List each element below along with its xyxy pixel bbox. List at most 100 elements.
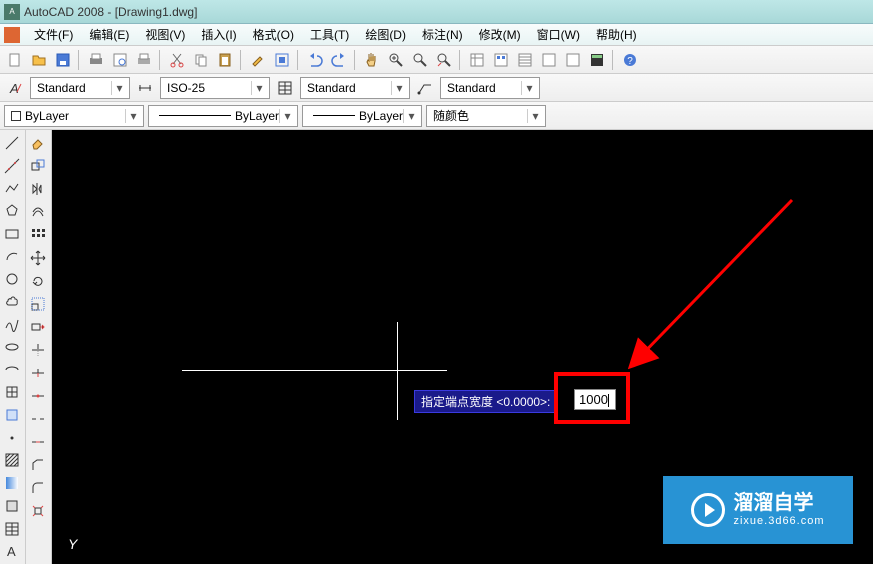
block-editor-button[interactable] [271, 49, 293, 71]
app-icon: A [4, 4, 20, 20]
menu-bar: 文件(F) 编辑(E) 视图(V) 插入(I) 格式(O) 工具(T) 绘图(D… [0, 24, 873, 46]
move-tool[interactable] [27, 247, 49, 269]
rectangle-tool[interactable] [1, 223, 23, 245]
rotate-tool[interactable] [27, 270, 49, 292]
hatch-tool[interactable] [1, 450, 23, 472]
make-block-tool[interactable] [1, 404, 23, 426]
drawing-canvas[interactable]: 指定端点宽度 <0.0000>: 1000 Y 溜溜自学 zixue.3d66.… [52, 130, 873, 564]
publish-button[interactable] [133, 49, 155, 71]
dim-style-dropdown[interactable]: ISO-25 ▾ [160, 77, 270, 99]
help-button[interactable]: ? [619, 49, 641, 71]
undo-button[interactable] [304, 49, 326, 71]
sheet-set-button[interactable] [538, 49, 560, 71]
open-button[interactable] [28, 49, 50, 71]
zoom-previous-button[interactable] [433, 49, 455, 71]
region-tool[interactable] [1, 495, 23, 517]
ellipse-tool[interactable] [1, 336, 23, 358]
paste-button[interactable] [214, 49, 236, 71]
match-properties-button[interactable] [247, 49, 269, 71]
mtext-tool[interactable]: A [1, 540, 23, 562]
modify-toolbar [26, 130, 52, 564]
markup-button[interactable] [562, 49, 584, 71]
menu-insert[interactable]: 插入(I) [193, 26, 244, 43]
ucs-y-axis-label: Y [68, 536, 77, 552]
break-at-point-tool[interactable] [27, 385, 49, 407]
print-button[interactable] [85, 49, 107, 71]
plotstyle-dropdown[interactable]: 随颜色 ▾ [426, 105, 546, 127]
redo-button[interactable] [328, 49, 350, 71]
annotation-arrow [612, 190, 812, 380]
new-button[interactable] [4, 49, 26, 71]
menu-file[interactable]: 文件(F) [26, 26, 81, 43]
linetype-sample [159, 115, 231, 116]
cut-button[interactable] [166, 49, 188, 71]
trim-tool[interactable] [27, 339, 49, 361]
menu-draw[interactable]: 绘图(D) [357, 26, 414, 43]
erase-tool[interactable] [27, 132, 49, 154]
circle-tool[interactable] [1, 268, 23, 290]
text-style-dropdown[interactable]: Standard ▾ [30, 77, 130, 99]
text-style-icon[interactable]: A [4, 77, 26, 99]
mleader-style-icon[interactable] [414, 77, 436, 99]
join-tool[interactable] [27, 431, 49, 453]
table-style-dropdown[interactable]: Standard ▾ [300, 77, 410, 99]
save-button[interactable] [52, 49, 74, 71]
menu-tools[interactable]: 工具(T) [302, 26, 357, 43]
menu-format[interactable]: 格式(O) [245, 26, 302, 43]
linetype-dropdown[interactable]: ByLayer ▾ [148, 105, 298, 127]
polyline-tool[interactable] [1, 177, 23, 199]
construction-line-tool[interactable] [1, 155, 23, 177]
chamfer-tool[interactable] [27, 454, 49, 476]
offset-tool[interactable] [27, 201, 49, 223]
chevron-down-icon: ▾ [527, 109, 543, 123]
array-tool[interactable] [27, 224, 49, 246]
polygon-tool[interactable] [1, 200, 23, 222]
design-center-button[interactable] [490, 49, 512, 71]
zoom-window-button[interactable] [409, 49, 431, 71]
extend-tool[interactable] [27, 362, 49, 384]
mleader-style-dropdown[interactable]: Standard ▾ [440, 77, 540, 99]
window-title: AutoCAD 2008 - [Drawing1.dwg] [24, 5, 197, 19]
print-preview-button[interactable] [109, 49, 131, 71]
lineweight-dropdown[interactable]: ByLayer ▾ [302, 105, 422, 127]
point-tool[interactable] [1, 427, 23, 449]
scale-tool[interactable] [27, 293, 49, 315]
tool-palettes-button[interactable] [514, 49, 536, 71]
stretch-tool[interactable] [27, 316, 49, 338]
dim-style-value: ISO-25 [167, 81, 205, 95]
dim-style-icon[interactable] [134, 77, 156, 99]
table-style-icon[interactable] [274, 77, 296, 99]
spline-tool[interactable] [1, 314, 23, 336]
workspace: A 指定端点宽度 <0.0000>: 1000 [0, 130, 873, 564]
fillet-tool[interactable] [27, 477, 49, 499]
menu-dimension[interactable]: 标注(N) [414, 26, 471, 43]
properties-button[interactable] [466, 49, 488, 71]
menu-help[interactable]: 帮助(H) [588, 26, 645, 43]
mirror-tool[interactable] [27, 178, 49, 200]
zoom-realtime-button[interactable] [385, 49, 407, 71]
chevron-down-icon: ▾ [111, 81, 127, 95]
ellipse-arc-tool[interactable] [1, 359, 23, 381]
table-tool[interactable] [1, 518, 23, 540]
menu-edit[interactable]: 编辑(E) [81, 26, 137, 43]
revision-cloud-tool[interactable] [1, 291, 23, 313]
line-tool[interactable] [1, 132, 23, 154]
insert-block-tool[interactable] [1, 382, 23, 404]
copy-tool[interactable] [27, 155, 49, 177]
arc-tool[interactable] [1, 245, 23, 267]
copy-button[interactable] [190, 49, 212, 71]
chevron-down-icon: ▾ [279, 109, 295, 123]
menu-window[interactable]: 窗口(W) [529, 26, 588, 43]
menu-modify[interactable]: 修改(M) [471, 26, 529, 43]
gradient-tool[interactable] [1, 472, 23, 494]
chevron-down-icon: ▾ [403, 109, 419, 123]
layer-dropdown[interactable]: ByLayer ▾ [4, 105, 144, 127]
draw-toolbar: A [0, 130, 26, 564]
break-tool[interactable] [27, 408, 49, 430]
explode-tool[interactable] [27, 500, 49, 522]
menu-view[interactable]: 视图(V) [137, 26, 193, 43]
quickcalc-button[interactable] [586, 49, 608, 71]
autocad-menu-icon[interactable] [4, 27, 20, 43]
watermark-url: zixue.3d66.com [733, 515, 824, 528]
pan-button[interactable] [361, 49, 383, 71]
